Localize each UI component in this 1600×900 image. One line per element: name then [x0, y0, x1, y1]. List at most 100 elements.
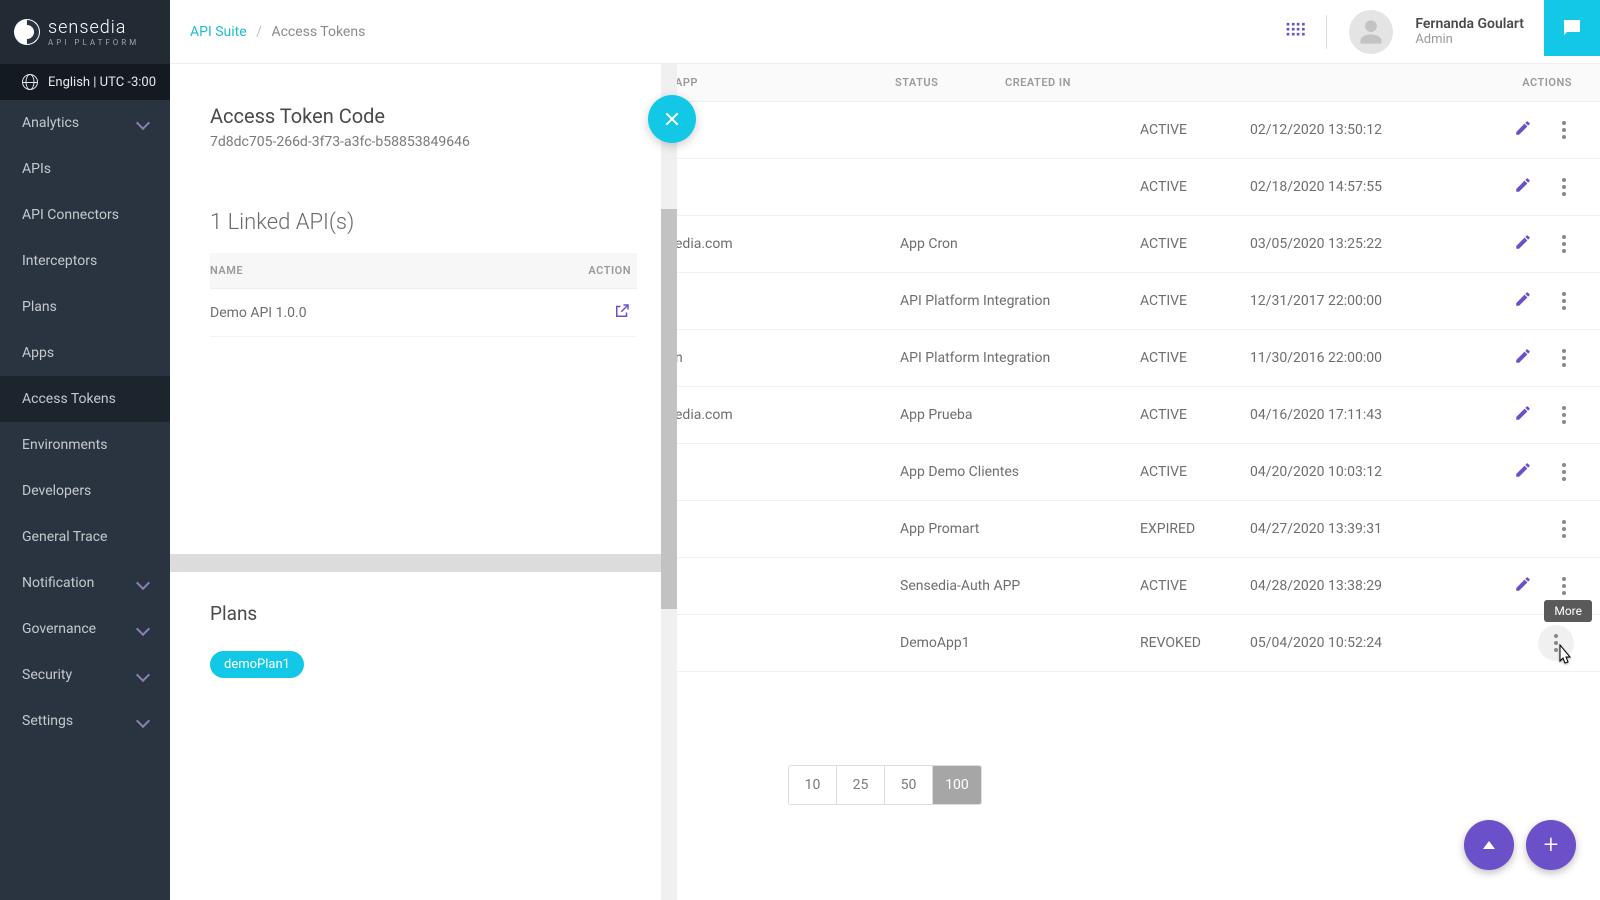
table-row[interactable]: ACTIVE02/18/2020 14:57:55: [655, 159, 1600, 216]
plans-title: Plans: [210, 602, 637, 625]
cell-status: ACTIVE: [1140, 407, 1250, 423]
sidebar-item-general-trace[interactable]: General Trace: [0, 514, 170, 560]
row-more-icon[interactable]: [1554, 406, 1574, 424]
add-fab[interactable]: +: [1526, 820, 1576, 870]
sidebar-item-api-connectors[interactable]: API Connectors: [0, 192, 170, 238]
breadcrumb-root[interactable]: API Suite: [190, 24, 247, 40]
plan-chip[interactable]: demoPlan1: [210, 651, 304, 678]
nav: AnalyticsAPIsAPI ConnectorsInterceptorsP…: [0, 100, 170, 744]
detail-panel: Access Token Code 7d8dc705-266d-3f73-a3f…: [170, 64, 677, 900]
cell-status: REVOKED: [1140, 635, 1250, 651]
table-row[interactable]: Sensedia-Auth APPACTIVE04/28/2020 13:38:…: [655, 558, 1600, 615]
cell-created: 11/30/2016 22:00:00: [1250, 350, 1420, 366]
cell-app: API Platform Integration: [900, 293, 1140, 309]
edit-icon[interactable]: [1514, 176, 1532, 198]
apps-grid-icon[interactable]: ⠿⠿: [1284, 27, 1304, 36]
edit-icon[interactable]: [1514, 119, 1532, 141]
page-size-10[interactable]: 10: [789, 766, 837, 804]
cell-app: App Demo Clientes: [900, 464, 1140, 480]
table-row[interactable]: ACTIVE02/12/2020 13:50:12: [655, 102, 1600, 159]
sidebar-item-access-tokens[interactable]: Access Tokens: [0, 376, 170, 422]
cell-created: 02/12/2020 13:50:12: [1250, 122, 1420, 138]
sidebar-item-apis[interactable]: APIs: [0, 146, 170, 192]
row-more-icon[interactable]: [1554, 121, 1574, 139]
sidebar-item-analytics[interactable]: Analytics: [0, 100, 170, 146]
table-row[interactable]: App PromartEXPIRED04/27/2020 13:39:31: [655, 501, 1600, 558]
table-row[interactable]: edia.comApp PruebaACTIVE04/16/2020 17:11…: [655, 387, 1600, 444]
cell-created: 04/28/2020 13:38:29: [1250, 578, 1420, 594]
chat-button[interactable]: [1544, 0, 1600, 56]
table-row[interactable]: API Platform IntegrationACTIVE12/31/2017…: [655, 273, 1600, 330]
table-row[interactable]: App Demo ClientesACTIVE04/20/2020 10:03:…: [655, 444, 1600, 501]
more-tooltip: More: [1544, 600, 1592, 622]
page-size-25[interactable]: 25: [837, 766, 885, 804]
sidebar-item-settings[interactable]: Settings: [0, 698, 170, 744]
chevron-down-icon: [136, 668, 150, 682]
row-more-icon[interactable]: [1554, 463, 1574, 481]
edit-icon[interactable]: [1514, 347, 1532, 369]
brand-sub: API PLATFORM: [48, 38, 139, 47]
sidebar-item-notification[interactable]: Notification: [0, 560, 170, 606]
cell-created: 04/20/2020 10:03:12: [1250, 464, 1420, 480]
edit-icon[interactable]: [1514, 404, 1532, 426]
cell-app: Sensedia-Auth APP: [900, 578, 1140, 594]
chevron-down-icon: [136, 576, 150, 590]
avatar[interactable]: [1349, 10, 1393, 54]
linked-api-name: Demo API 1.0.0: [210, 305, 567, 321]
cell-created: 04/16/2020 17:11:43: [1250, 407, 1420, 423]
brand-name: sensedia: [48, 17, 139, 38]
sidebar-item-developers[interactable]: Developers: [0, 468, 170, 514]
open-in-new-icon[interactable]: [613, 308, 631, 324]
sidebar-item-environments[interactable]: Environments: [0, 422, 170, 468]
cell-status: ACTIVE: [1140, 350, 1250, 366]
edit-icon[interactable]: [1514, 461, 1532, 483]
chevron-down-icon: [136, 622, 150, 636]
edit-icon[interactable]: [1514, 290, 1532, 312]
cell-app: DemoApp1: [900, 635, 1140, 651]
language-label: English | UTC -3:00: [48, 75, 156, 90]
row-more-icon[interactable]: [1554, 349, 1574, 367]
sidebar-item-apps[interactable]: Apps: [0, 330, 170, 376]
sidebar-item-governance[interactable]: Governance: [0, 606, 170, 652]
globe-icon: [22, 74, 38, 90]
cell-status: ACTIVE: [1140, 236, 1250, 252]
row-more-icon[interactable]: [1554, 178, 1574, 196]
row-more-icon[interactable]: [1554, 520, 1574, 538]
row-more-icon[interactable]: [1554, 577, 1574, 595]
sidebar-item-security[interactable]: Security: [0, 652, 170, 698]
row-more-icon[interactable]: [1554, 235, 1574, 253]
user-block: Fernanda Goulart Admin: [1415, 16, 1524, 47]
page-size-50[interactable]: 50: [885, 766, 933, 804]
cell-app: API Platform Integration: [900, 350, 1140, 366]
cell-created: 04/27/2020 13:39:31: [1250, 521, 1420, 537]
table-row[interactable]: edia.comApp CronACTIVE03/05/2020 13:25:2…: [655, 216, 1600, 273]
cell-created: 02/18/2020 14:57:55: [1250, 179, 1420, 195]
cell-created: 03/05/2020 13:25:22: [1250, 236, 1420, 252]
pagination: 102550100: [788, 765, 982, 805]
sidebar-item-plans[interactable]: Plans: [0, 284, 170, 330]
chevron-down-icon: [136, 714, 150, 728]
cell-status: EXPIRED: [1140, 521, 1250, 537]
edit-icon[interactable]: [1514, 233, 1532, 255]
th-actions: ACTIONS: [1175, 76, 1600, 89]
scroll-top-fab[interactable]: [1464, 820, 1514, 870]
row-more-icon[interactable]: [1554, 292, 1574, 310]
table-row[interactable]: nAPI Platform IntegrationACTIVE11/30/201…: [655, 330, 1600, 387]
cell-status: ACTIVE: [1140, 293, 1250, 309]
th-app: APP: [655, 76, 895, 89]
cell-app: App Prueba: [900, 407, 1140, 423]
table-row[interactable]: DemoApp1REVOKED05/04/2020 10:52:24: [655, 615, 1600, 672]
page-size-100[interactable]: 100: [933, 766, 981, 804]
user-role: Admin: [1415, 32, 1524, 47]
user-name: Fernanda Goulart: [1415, 16, 1524, 32]
language-selector[interactable]: English | UTC -3:00: [0, 64, 170, 100]
linked-apis-title: 1 Linked API(s): [210, 210, 637, 235]
breadcrumb: API Suite / Access Tokens: [190, 24, 1284, 40]
close-panel-button[interactable]: [648, 95, 696, 143]
row-more-icon[interactable]: [1538, 625, 1574, 661]
panel-scrollbar-thumb[interactable]: [661, 209, 677, 609]
cell-status: ACTIVE: [1140, 578, 1250, 594]
cell-created: 05/04/2020 10:52:24: [1250, 635, 1420, 651]
edit-icon[interactable]: [1514, 575, 1532, 597]
sidebar-item-interceptors[interactable]: Interceptors: [0, 238, 170, 284]
